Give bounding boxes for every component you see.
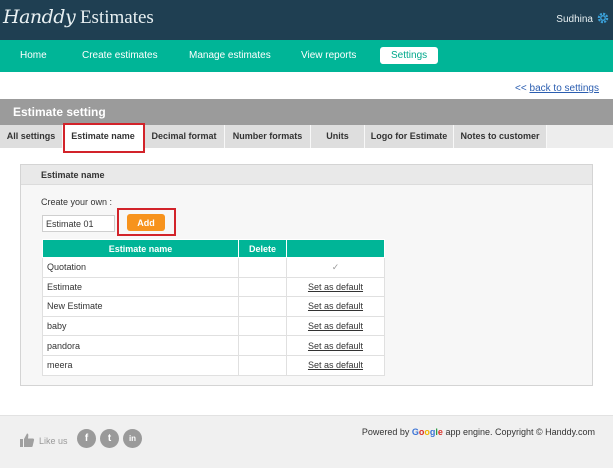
row-delete[interactable] bbox=[238, 296, 287, 317]
tab-all-settings[interactable]: All settings bbox=[0, 125, 63, 148]
facebook-icon[interactable]: f bbox=[77, 429, 96, 448]
set-as-default-link[interactable]: Set as default bbox=[308, 360, 363, 370]
table-row: Quotation ✓ bbox=[42, 257, 385, 278]
row-name: Estimate bbox=[42, 276, 239, 298]
panel-header: Estimate name bbox=[21, 165, 592, 185]
nav-home[interactable]: Home bbox=[20, 50, 47, 61]
nav-create-estimates[interactable]: Create estimates bbox=[82, 50, 158, 61]
row-delete[interactable] bbox=[238, 257, 287, 278]
gear-icon[interactable] bbox=[596, 11, 610, 25]
tab-logo-for-estimate[interactable]: Logo for Estimate bbox=[365, 125, 454, 148]
linkedin-icon[interactable]: in bbox=[123, 429, 142, 448]
default-check-icon: ✓ bbox=[331, 261, 340, 272]
logo-script-text: Handdy bbox=[3, 6, 76, 28]
back-to-settings-link[interactable]: back to settings bbox=[530, 83, 599, 94]
table-row: pandora Set as default bbox=[42, 335, 385, 356]
main-nav: Home Create estimates Manage estimates V… bbox=[0, 40, 613, 72]
logo-plain-text: Estimates bbox=[75, 7, 154, 28]
powered-prefix: Powered by bbox=[361, 427, 412, 437]
row-name: meera bbox=[42, 354, 239, 376]
section-header: Estimate setting bbox=[0, 99, 613, 125]
google-logo: Google bbox=[411, 427, 443, 437]
col-delete: Delete bbox=[238, 239, 287, 258]
panel-title: Estimate name bbox=[41, 170, 105, 180]
set-as-default-link[interactable]: Set as default bbox=[308, 321, 363, 331]
footer: Like us f t in Powered by Google app eng… bbox=[0, 415, 613, 468]
nav-manage-estimates[interactable]: Manage estimates bbox=[189, 50, 271, 61]
user-name[interactable]: Sudhina bbox=[556, 14, 593, 25]
highlight-box-tab bbox=[63, 123, 145, 153]
row-delete[interactable] bbox=[238, 354, 287, 376]
estimate-name-input[interactable] bbox=[42, 215, 115, 232]
main-content: << back to settings Estimate setting All… bbox=[0, 72, 613, 415]
col-estimate-name: Estimate name bbox=[42, 239, 239, 258]
row-name: Quotation bbox=[42, 257, 239, 278]
row-name: New Estimate bbox=[42, 296, 239, 317]
top-bar: Handdy Estimates Sudhina bbox=[0, 0, 613, 40]
back-arrow-icon: << bbox=[515, 83, 527, 94]
row-delete[interactable] bbox=[238, 315, 287, 337]
table-header-row: Estimate name Delete bbox=[42, 239, 385, 258]
set-as-default-link[interactable]: Set as default bbox=[308, 282, 363, 292]
set-as-default-link[interactable]: Set as default bbox=[308, 341, 363, 351]
highlight-box-add bbox=[117, 208, 176, 236]
nav-view-reports[interactable]: View reports bbox=[301, 50, 356, 61]
thumbs-up-icon bbox=[20, 433, 35, 447]
row-name: baby bbox=[42, 315, 239, 337]
create-own-label: Create your own : bbox=[41, 197, 113, 207]
twitter-icon[interactable]: t bbox=[100, 429, 119, 448]
back-to-settings[interactable]: << back to settings bbox=[515, 83, 599, 94]
like-us-label: Like us bbox=[39, 436, 68, 446]
row-delete[interactable] bbox=[238, 276, 287, 298]
tab-decimal-format[interactable]: Decimal format bbox=[144, 125, 225, 148]
row-delete[interactable] bbox=[238, 335, 287, 356]
tab-notes-to-customer[interactable]: Notes to customer bbox=[454, 125, 547, 148]
table-row: baby Set as default bbox=[42, 315, 385, 337]
table-row: meera Set as default bbox=[42, 354, 385, 376]
powered-by-text: Powered by Google app engine. Copyright … bbox=[362, 427, 595, 437]
app-logo[interactable]: Handdy Estimates bbox=[3, 6, 154, 29]
estimate-name-panel: Estimate name Create your own : Add Esti… bbox=[20, 164, 593, 386]
tab-number-formats[interactable]: Number formats bbox=[225, 125, 311, 148]
powered-suffix: app engine. Copyright © Handdy.com bbox=[442, 427, 595, 437]
row-name: pandora bbox=[42, 335, 239, 356]
nav-settings[interactable]: Settings bbox=[380, 47, 439, 64]
table-row: New Estimate Set as default bbox=[42, 296, 385, 317]
col-default bbox=[286, 239, 385, 258]
estimate-names-table: Estimate name Delete Quotation ✓ Estimat… bbox=[42, 239, 385, 376]
set-as-default-link[interactable]: Set as default bbox=[308, 301, 363, 311]
tab-units[interactable]: Units bbox=[311, 125, 365, 148]
table-row: Estimate Set as default bbox=[42, 276, 385, 298]
section-title: Estimate setting bbox=[13, 105, 106, 119]
